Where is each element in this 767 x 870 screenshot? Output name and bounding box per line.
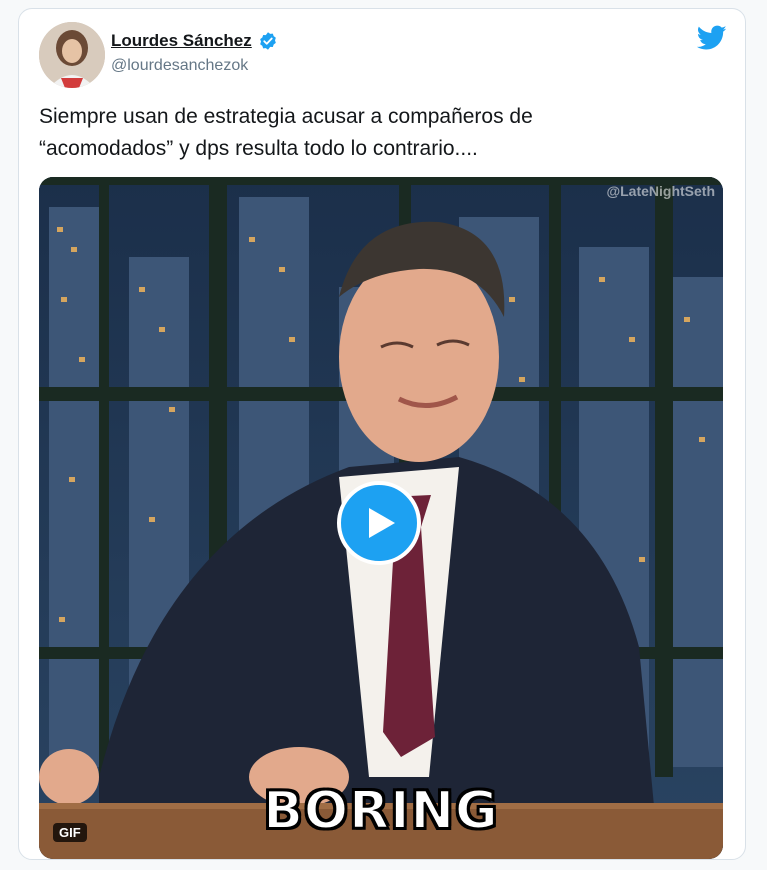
gif-badge: GIF [53,823,87,842]
play-icon [369,508,395,538]
media-watermark: @LateNightSeth [606,183,715,199]
avatar[interactable] [39,22,105,88]
gif-caption: BORING [262,780,499,842]
author-name-row: Lourdes Sánchez [111,31,278,51]
tweet-text: Siempre usan de estrategia acusar a comp… [39,105,533,160]
play-button[interactable] [337,481,421,565]
tweet-media-gif[interactable]: @LateNightSeth BORING GIF [39,177,723,859]
twitter-bird-icon[interactable] [697,25,727,51]
verified-badge-icon [259,32,276,50]
tweet-card[interactable]: Lourdes Sánchez @lourdesanchezok Siempre… [18,8,746,860]
author-display-name[interactable]: Lourdes Sánchez [111,31,252,51]
avatar-image [39,22,105,88]
author-handle[interactable]: @lourdesanchezok [111,57,248,75]
